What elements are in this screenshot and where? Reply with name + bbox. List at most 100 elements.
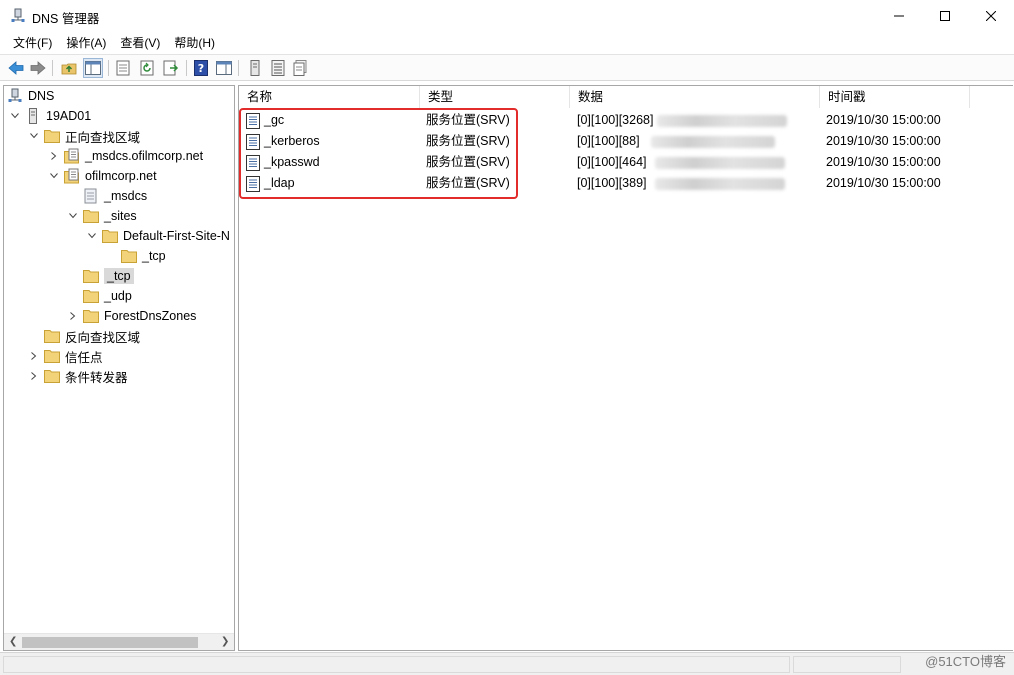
menu-file[interactable]: 文件(F) [6, 32, 59, 54]
status-segment [793, 656, 901, 673]
tree-item-sites[interactable]: _sites [66, 206, 137, 226]
server-icon [250, 60, 260, 76]
tree-item-dns[interactable]: DNS [7, 86, 54, 106]
refresh-icon [140, 60, 154, 76]
close-button[interactable] [968, 0, 1014, 32]
tree-item-label: 条件转发器 [65, 370, 128, 385]
redacted-data [657, 115, 787, 127]
tree-item-site-tcp[interactable]: _tcp [121, 246, 166, 266]
record-timestamp: 2019/10/30 15:00:00 [826, 155, 941, 169]
folder-icon [44, 128, 60, 144]
horizontal-scrollbar[interactable]: ❮ ❯ [4, 633, 234, 650]
folder-icon [44, 328, 60, 344]
tree-item-label: 信任点 [65, 350, 103, 365]
chevron-right-icon[interactable] [47, 146, 61, 166]
show-hide-console-tree-button[interactable] [83, 58, 103, 78]
record-timestamp: 2019/10/30 15:00:00 [826, 134, 941, 148]
menu-action[interactable]: 操作(A) [59, 32, 113, 54]
column-header-timestamp[interactable]: 时间戳 [820, 86, 970, 108]
folder-icon [121, 248, 137, 264]
tree-item-label: _msdcs.ofilmcorp.net [85, 149, 204, 163]
scroll-left-icon[interactable]: ❮ [9, 636, 17, 647]
tree-item-label: _udp [104, 289, 132, 303]
record-timestamp: 2019/10/30 15:00:00 [826, 113, 941, 127]
column-header-type[interactable]: 类型 [420, 86, 570, 108]
scrollbar-thumb[interactable] [22, 637, 198, 648]
tree-item-forward-lookup-zones[interactable]: 正向查找区域 [27, 126, 140, 146]
back-arrow-icon [8, 61, 24, 75]
toolbar: ? [0, 54, 1014, 81]
redacted-data [655, 157, 785, 169]
console-tree: DNS 19AD01 正向查找区域 _msdcs.ofilmcorp.net o… [3, 85, 235, 651]
record-timestamp: 2019/10/30 15:00:00 [826, 176, 941, 190]
chevron-right-icon[interactable] [27, 346, 41, 366]
tree-item-ofilmcorp-zone[interactable]: ofilmcorp.net [47, 166, 157, 186]
chevron-down-icon[interactable] [27, 126, 41, 146]
record-data: [0][100][464] [577, 155, 647, 169]
column-header-name[interactable]: 名称 [239, 86, 420, 108]
chevron-down-icon[interactable] [85, 226, 99, 246]
folder-icon [102, 228, 118, 244]
watermark-text: @51CTO博客 [925, 654, 1006, 669]
results-list: 名称 类型 数据 时间戳 _gc 服务位置(SRV) [0][100][3268… [238, 85, 1013, 651]
export-list-icon [163, 60, 179, 76]
chevron-right-icon[interactable] [66, 306, 80, 326]
tree-item-reverse-lookup-zones[interactable]: 反向查找区域 [44, 326, 140, 346]
menu-help[interactable]: 帮助(H) [167, 32, 222, 54]
status-segment-main [3, 656, 790, 673]
records-button[interactable] [290, 58, 310, 78]
chevron-right-icon[interactable] [27, 366, 41, 386]
tree-item-tcp-selected[interactable]: _tcp [83, 266, 134, 286]
tree-item-conditional-forwarders[interactable]: 条件转发器 [27, 366, 128, 386]
tree-item-label: _msdcs [104, 189, 148, 203]
menu-view[interactable]: 查看(V) [113, 32, 167, 54]
status-bar [0, 652, 1014, 675]
help-icon: ? [194, 60, 208, 76]
help-button[interactable]: ? [191, 58, 211, 78]
zone-icon [64, 148, 80, 164]
tree-item-msdcs[interactable]: _msdcs [83, 186, 147, 206]
column-header-data[interactable]: 数据 [570, 86, 820, 108]
tree-item-server[interactable]: 19AD01 [8, 106, 91, 126]
tree-item-udp[interactable]: _udp [83, 286, 132, 306]
server-button[interactable] [245, 58, 265, 78]
show-hide-action-pane-button[interactable] [214, 58, 234, 78]
up-one-level-button[interactable] [59, 58, 79, 78]
tree-item-label: _tcp [142, 249, 166, 263]
tree-item-forestdnszones[interactable]: ForestDnsZones [66, 306, 196, 326]
tree-item-label: ofilmcorp.net [85, 169, 157, 183]
tree-item-msdcs-zone[interactable]: _msdcs.ofilmcorp.net [47, 146, 203, 166]
scroll-right-icon[interactable]: ❯ [221, 636, 229, 647]
folder-icon [83, 288, 99, 304]
tree-item-default-first-site[interactable]: Default-First-Site-N [85, 226, 230, 246]
back-button[interactable] [6, 58, 26, 78]
forward-button[interactable] [28, 58, 48, 78]
tree-item-trust-points[interactable]: 信任点 [27, 346, 103, 366]
folder-icon [44, 368, 60, 384]
dns-icon [7, 88, 23, 104]
record-data: [0][100][3268] [577, 113, 654, 127]
record-data: [0][100][389] [577, 176, 647, 190]
export-list-button[interactable] [161, 58, 181, 78]
tree-item-label: Default-First-Site-N [123, 229, 230, 243]
zone-icon [64, 168, 80, 184]
window-title: DNS 管理器 [32, 12, 100, 26]
chevron-down-icon[interactable] [66, 206, 80, 226]
folder-icon [83, 308, 99, 324]
svg-text:?: ? [198, 62, 204, 75]
tree-item-label: _sites [104, 209, 137, 223]
minimize-button[interactable] [876, 0, 922, 32]
title-bar: DNS 管理器 [0, 0, 1014, 32]
close-icon [986, 11, 996, 21]
folder-icon [83, 208, 99, 224]
list-button[interactable] [268, 58, 288, 78]
refresh-button[interactable] [137, 58, 157, 78]
tree-item-label: 正向查找区域 [65, 130, 141, 145]
list-icon [271, 60, 285, 76]
chevron-down-icon[interactable] [47, 166, 61, 186]
red-highlight-box [239, 108, 518, 199]
maximize-button[interactable] [922, 0, 968, 32]
properties-icon [116, 60, 130, 76]
properties-button[interactable] [113, 58, 133, 78]
chevron-down-icon[interactable] [8, 106, 22, 126]
